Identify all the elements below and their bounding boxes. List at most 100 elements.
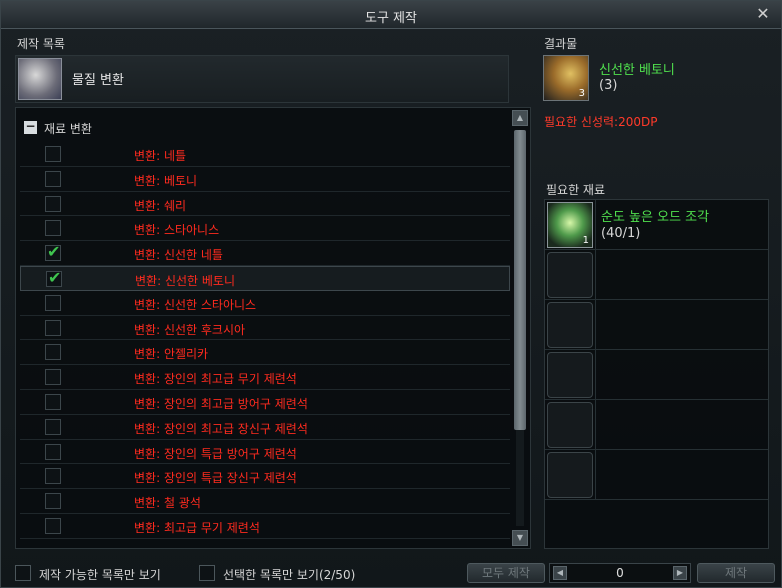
window-title: 도구 제작 [365,11,417,26]
recipe-label: 변환: 쉐리 [134,198,187,213]
slot-divider [595,400,596,450]
result-count: (3) [599,78,618,93]
recipe-row[interactable]: 변환: 장인의 최고급 장신구 제련석 [20,415,510,440]
material-row [545,250,768,300]
recipe-checkbox[interactable] [45,344,61,361]
recipe-checkbox[interactable] [45,294,61,311]
scroll-thumb[interactable] [514,130,526,430]
recipe-label: 변환: 장인의 최고급 방어구 제련석 [134,396,308,411]
materials-heading: 필요한 재료 [546,183,606,197]
recipe-label: 변환: 장인의 최고급 무기 제련석 [134,372,297,387]
recipe-row[interactable]: 변환: 신선한 스타아니스 [20,291,510,316]
recipe-row[interactable]: 변환: 철 광석 [20,489,510,514]
herb-icon[interactable]: 3 [543,55,589,101]
increase-arrow-icon[interactable]: ▶ [673,566,687,580]
recipe-label: 변환: 신선한 스타아니스 [134,297,257,312]
material-row [545,400,768,450]
recipe-checkbox[interactable] [45,517,61,534]
recipe-row[interactable]: 변환: 장인의 최고급 무기 제련석 [20,365,510,390]
footer-bar: 제작 가능한 목록만 보기 선택한 목록만 보기(2/50) 모두 제작 ◀ 0… [1,559,781,587]
recipe-checkbox[interactable] [45,468,61,485]
result-name: 신선한 베토니 [599,63,675,78]
slot-divider [595,300,596,350]
close-icon[interactable]: ✕ [755,6,771,22]
recipe-row[interactable]: 변환: 장인의 최고급 방어구 제련석 [20,390,510,415]
recipe-checkbox[interactable] [45,369,61,386]
recipe-checkbox[interactable] [45,170,61,187]
recipe-checkbox[interactable] [45,220,61,237]
recipe-row[interactable]: ✔ 변환: 신선한 베토니 [20,265,510,291]
material-row [545,300,768,350]
category-card[interactable]: 물질 변환 [15,55,509,103]
slot-divider [595,200,596,250]
recipe-label: 변환: 철 광석 [134,496,201,511]
slot-divider [595,250,596,300]
quantity-value[interactable]: 0 [570,566,670,580]
craft-list-heading: 제작 목록 [17,37,65,51]
collapse-toggle-icon[interactable]: − [24,120,37,134]
material-name: 순도 높은 오드 조각 [601,210,710,225]
recipe-label: 변환: 최고급 무기 제련석 [134,520,260,535]
materials-panel: 1 순도 높은 오드 조각 (40/1) [544,199,769,549]
craftable-only-label: 제작 가능한 목록만 보기 [39,568,161,582]
scrollbar[interactable]: ▲ ▼ [512,110,528,546]
checkmark-icon: ✔ [47,242,61,262]
empty-slot [547,352,593,398]
recipe-row[interactable]: ✔ 변환: 신선한 네틀 [20,241,510,266]
recipe-row[interactable]: 변환: 안젤리카 [20,340,510,366]
recipe-row[interactable]: 변환: 장인의 특급 장신구 제련석 [20,464,510,490]
recipe-checkbox[interactable] [45,319,61,336]
recipe-label: 변환: 장인의 특급 장신구 제련석 [134,471,297,486]
recipe-label: 변환: 네틀 [134,149,187,163]
material-count: (40/1) [601,226,641,241]
selected-only-checkbox[interactable] [199,565,215,581]
craft-button[interactable]: 제작 [697,563,775,583]
recipe-checkbox[interactable]: ✔ [45,242,61,262]
scroll-down-icon[interactable]: ▼ [512,530,528,546]
recipe-row[interactable]: 변환: 스타아니스 [20,216,510,242]
recipe-list-panel: − 재료 변환 변환: 네틀변환: 베토니변환: 쉐리변환: 스타아니스 ✔ 변환:… [15,107,531,549]
recipe-label: 변환: 스타아니스 [134,223,220,238]
material-row [545,350,768,400]
recipe-checkbox[interactable] [45,146,61,162]
recipe-label: 변환: 신선한 후크시아 [134,322,246,337]
empty-slot [547,402,593,448]
recipe-checkbox[interactable] [45,418,61,435]
recipe-row[interactable]: 변환: 네틀 [20,142,510,167]
craftable-only-checkbox[interactable] [15,565,31,581]
recipe-checkbox[interactable] [45,493,61,510]
craft-window: 도구 제작 ✕ 제작 목록 물질 변환 − 재료 변환 변환: 네틀변환: 베토… [0,0,782,588]
group-label: 재료 변환 [44,122,92,136]
recipe-row[interactable]: 변환: 최고급 무기 제련석 [20,514,510,539]
recipe-label: 변환: 신선한 베토니 [135,273,235,288]
recipe-label: 변환: 베토니 [134,173,198,188]
recipe-row[interactable]: 변환: 베토니 [20,167,510,192]
material-slot-qty: 1 [582,235,589,246]
recipe-checkbox[interactable]: ✔ [46,268,62,287]
recipe-row[interactable]: 변환: 장인의 특급 방어구 제련석 [20,440,510,465]
divine-power-requirement: 필요한 신성력:200DP [544,115,658,129]
recipe-checkbox[interactable] [45,393,61,410]
recipe-label: 변환: 장인의 특급 방어구 제련석 [134,446,297,461]
decrease-arrow-icon[interactable]: ◀ [553,566,567,580]
quantity-stepper[interactable]: ◀ 0 ▶ [549,563,691,583]
title-bar[interactable]: 도구 제작 ✕ [1,1,781,29]
category-name: 물질 변환 [72,73,124,88]
recipe-label: 변환: 장인의 최고급 장신구 제련석 [134,421,308,436]
recipe-rows: 변환: 네틀 변환: 베토니 변환: 쉐리 변환: 스타아니스 ✔ 변환: 신선한 네틀 ✔… [20,142,510,539]
recipe-row[interactable]: 변환: 신선한 후크시아 [20,316,510,341]
slot-divider [595,450,596,500]
recipe-checkbox[interactable] [45,195,61,212]
material-row [545,450,768,500]
scroll-up-icon[interactable]: ▲ [512,110,528,126]
result-heading: 결과물 [544,37,578,51]
recipe-label: 변환: 안젤리카 [134,347,209,362]
recipe-label: 변환: 신선한 네틀 [134,248,223,263]
result-card: 3 신선한 베토니 (3) [543,55,769,103]
odd-fragment-icon[interactable]: 1 [547,202,593,248]
recipe-checkbox[interactable] [45,443,61,460]
craft-all-button[interactable]: 모두 제작 [467,563,545,583]
material-row: 1 순도 높은 오드 조각 (40/1) [545,200,768,250]
empty-slot [547,452,593,498]
recipe-row[interactable]: 변환: 쉐리 [20,192,510,217]
